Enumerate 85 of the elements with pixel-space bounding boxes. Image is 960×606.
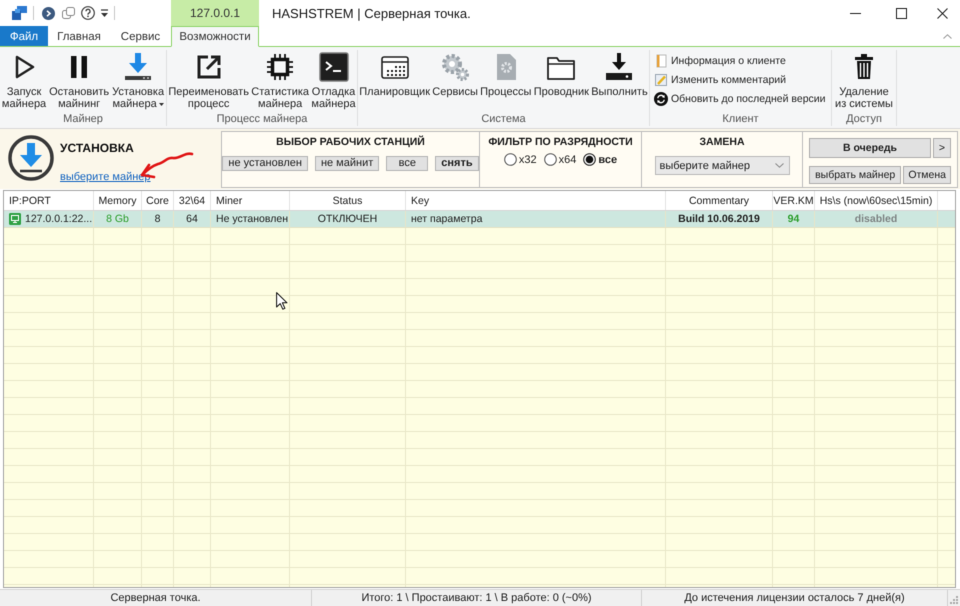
app-icon[interactable] [12,6,27,20]
ribbon-button[interactable]: Изменить комментарий [653,70,788,89]
refresh-icon [654,92,668,106]
monitor-icon [9,213,21,225]
column-header: 32\64 [174,191,211,210]
column-header: Commentary [666,191,773,210]
filter-button[interactable]: не майнит [314,156,380,171]
status-text: Итого: 1 \ Простаивают: 1 \ В работе: 0 (~0%) [312,590,642,606]
ribbon-button[interactable]: Запуск майнера [0,51,48,110]
ribbon-button[interactable]: Планировщик [358,51,432,98]
table-cell: 127.0.0.1:22... [25,213,92,225]
table-cell: нет параметра [406,211,666,227]
column-header: IP:PORT [4,191,94,210]
table-cell: ОТКЛЮЧЕН [290,211,406,227]
ribbon-button[interactable]: Процессы [479,51,532,98]
column-header: Status [290,191,406,210]
queue-button[interactable]: В очередь [809,138,931,158]
miner-dropdown[interactable]: выберите майнер [654,156,790,175]
group-label: Система [480,113,527,126]
ribbon-button[interactable]: Статистика майнера [250,51,310,110]
pencil-note-icon [654,72,668,86]
panel-title: ВЫБОР РАБОЧИХ СТАНЦИЙ [276,136,425,148]
window-title: HASHSTREM | Серверная точка. [272,6,471,20]
caret-icon [158,102,164,106]
filter-button[interactable]: все [386,156,428,171]
chevron-up-icon[interactable] [943,34,952,38]
table-cell: 8 [142,211,174,227]
caret-icon[interactable] [101,9,108,17]
document-icon [654,54,668,68]
panel-title: ЗАМЕНА [699,136,745,148]
column-header: Hs\s (now\60sec\15min) [815,191,938,210]
ribbon-button[interactable]: Выполнить [590,51,649,98]
ribbon-button[interactable]: Проводник [532,51,590,98]
ribbon-tab[interactable]: Возможности [171,26,259,47]
terminal-icon [318,51,350,83]
context-tab-header: 127.0.0.1 [171,0,259,26]
column-header: Memory [94,191,142,210]
maximize-icon [896,8,906,18]
column-header: Miner [211,191,290,210]
overlapping-windows-icon[interactable] [62,6,75,20]
section-title: УСТАНОВКА [60,141,135,155]
group-label: Клиент [721,113,760,126]
filter-button[interactable]: не установлен [222,156,308,171]
table-cell: 8 Gb [94,211,142,227]
table-row[interactable]: 127.0.0.1:22... 8 Gb 8 64 Не установлен ОТКЛЮЧЕН нет параметра Build 10.06.2019 94 disabled [4,211,955,228]
radio-option[interactable]: x64 [544,153,576,166]
filter-button[interactable]: снять [435,156,479,171]
column-header: Core [142,191,174,210]
queue-button[interactable]: > [933,138,951,158]
column-header: VER.KM [773,191,815,210]
panel-title: ФИЛЬТР ПО РАЗРЯДНОСТИ [488,136,633,148]
table-cell: Не установлен [211,211,290,227]
help-icon[interactable] [81,6,95,20]
table-cell: 64 [174,211,211,227]
close-icon [936,8,948,18]
ribbon-button[interactable]: Установка майнера [111,51,166,110]
group-label: Процесс майнера [216,113,308,126]
radio-option[interactable]: все [583,153,618,166]
radio-option[interactable]: x32 [504,153,537,166]
table-cell: 94 [773,211,815,227]
group-label: Майнер [62,113,104,126]
forward-circle-icon[interactable] [42,6,55,20]
status-text: До истечения лицензии осталось 7 дней(я) [642,590,948,606]
ribbon-tab[interactable]: Главная [48,26,110,46]
ribbon-button[interactable]: Информация о клиенте [653,51,787,70]
gears-icon [439,51,472,83]
table-cell: Build 10.06.2019 [666,211,773,227]
ribbon-button[interactable]: Переименовать процесс [167,51,250,110]
resize-grip-icon [950,596,958,604]
ribbon-button[interactable]: Остановить майнинг [48,51,110,110]
file-menu-tab[interactable]: Файл [0,26,48,46]
chevron-down-icon [774,163,784,168]
ribbon-tab[interactable]: Сервис [110,26,171,46]
ribbon-button[interactable]: Сервисы [431,51,479,98]
queue-button[interactable]: Отмена [903,166,951,184]
queue-button[interactable]: выбрать майнер [809,166,902,184]
table-cell: disabled [815,211,938,227]
download-circle-icon [8,135,54,181]
group-label: Доступ [845,113,883,126]
mouse-pointer-icon [276,292,288,310]
status-text: Серверная точка. [0,590,312,606]
ribbon-button[interactable]: Отладка майнера [310,51,357,110]
column-header: Key [406,191,666,210]
ribbon-button[interactable]: Удаление из системы [834,51,894,110]
ribbon-button[interactable]: Обновить до последней версии [653,89,827,108]
